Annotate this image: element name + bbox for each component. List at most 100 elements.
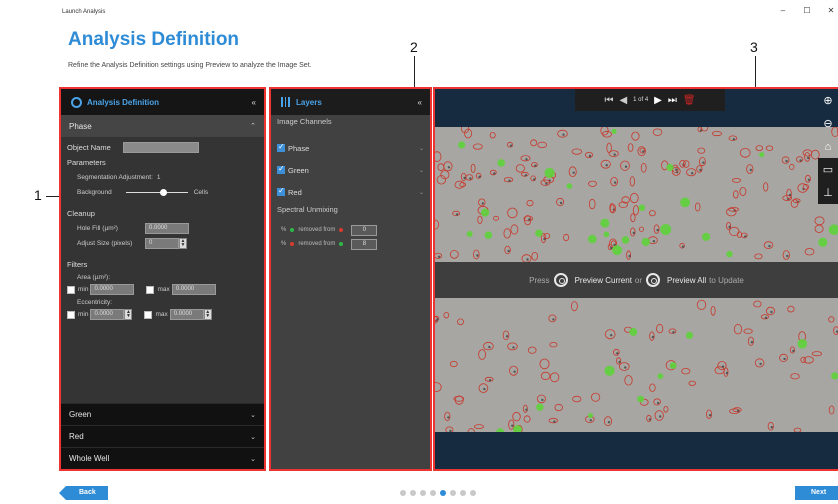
callout-2: 2 [410,39,418,55]
hole-fill-input[interactable]: 0.0000 [145,223,189,234]
red-dot-icon [339,228,344,232]
unmix-value-input[interactable]: 0 [351,224,378,236]
press-text: Press [529,275,550,285]
eccentricity-label: Eccentricity: [77,298,113,306]
area-min-label: min [78,286,89,293]
object-name-label: Object Name [67,143,111,152]
area-max-checkbox[interactable] [146,285,155,294]
preview-prompt-band: Press Preview Current or Preview All to … [435,262,838,298]
layers-body: Image Channels Phase ⌄ Green ⌄ Red ⌄ Spe… [271,115,430,253]
callout-2-line [414,56,415,87]
step-dot [440,490,446,496]
ecc-max-stepper[interactable]: ▲ ▼ [203,309,212,320]
channel-green[interactable]: Green ⌄ [277,159,424,181]
segmentation-label: Segmentation Adjustment: [77,174,153,181]
home-icon[interactable]: ⌂ [818,135,838,158]
analysis-definition-panel: Analysis Definition « Phase ⌃ Object Nam… [59,87,266,471]
slider-track [125,192,188,193]
segmentation-value: 1 [156,174,161,181]
segmentation-slider[interactable] [125,188,188,197]
zoom-out-icon[interactable]: ⊖ [818,112,838,135]
area-max-input[interactable]: 0.0000 [171,284,216,295]
preview-current-icon[interactable] [553,273,568,287]
ruler-icon[interactable]: ▭ [818,158,838,181]
cell-image-preview[interactable]: Press Preview Current or Preview All to … [435,127,838,432]
collapsed-sections: Green ⌄ Red ⌄ Whole Well ⌄ [61,403,264,469]
unmix-row: % removed from 0 [277,223,424,237]
page-subtitle: Refine the Analysis Definition settings … [68,62,312,69]
adjust-size-stepper[interactable]: ▲ ▼ [179,238,187,249]
preview-current-link[interactable]: Preview Current [575,276,632,285]
chevron-down-icon[interactable]: ⌄ [419,167,424,174]
layers-header: Layers « [271,89,430,115]
minimize-button[interactable]: – [776,6,790,15]
area-max-label: max [157,286,170,293]
maximize-button[interactable]: ☐ [800,6,814,15]
channel-phase-label: Phase [288,143,310,153]
step-dot [430,490,436,496]
collapse-left-icon[interactable]: « [252,98,256,107]
area-min-checkbox[interactable] [67,285,75,294]
to-update-text: to Update [709,275,744,285]
previous-image-icon[interactable]: ◀ [619,95,627,106]
step-indicator [400,490,476,496]
chevron-up-icon: ⌃ [250,123,256,130]
green-section-header[interactable]: Green ⌄ [61,403,264,425]
phase-settings: Object Name Parameters Segmentation Adju… [61,137,264,325]
close-button[interactable]: ✕ [824,6,838,15]
ecc-min-label: min [78,311,89,318]
unmix-value-input[interactable]: 8 [351,238,378,250]
next-image-icon[interactable]: ▶ [654,95,662,106]
layers-title: Layers [296,97,322,107]
callout-3: 3 [750,39,758,55]
cleanup-label: Cleanup [67,209,95,218]
ecc-min-stepper[interactable]: ▲ ▼ [124,309,133,320]
page-title: Analysis Definition [68,29,240,50]
red-section-header[interactable]: Red ⌄ [61,425,264,447]
phase-checkbox[interactable] [277,142,285,152]
ecc-max-input[interactable]: 0.0000 [169,309,204,320]
background-label: Background [77,189,112,196]
spectral-unmixing-label: Spectral Unmixing [277,205,338,214]
unmix-row: % removed from 8 [277,237,424,251]
green-dot-icon [339,242,344,246]
image-navigation-bar: ⏮ ◀ 1 of 4 ▶ ⏭ 🗑 [575,89,725,111]
green-checkbox[interactable] [277,164,285,174]
ecc-min-input[interactable]: 0.0000 [90,309,125,320]
scale-bar-icon[interactable]: ⊥ [818,181,838,204]
cells-label: Cells [193,189,209,196]
red-checkbox[interactable] [277,186,285,196]
channel-red-label: Red [288,187,302,197]
red-section-label: Red [69,432,84,441]
window-controls: – ☐ ✕ [776,6,838,15]
chevron-down-icon[interactable]: ⌄ [419,145,424,152]
preview-panel: ⏮ ◀ 1 of 4 ▶ ⏭ 🗑 Press Preview Current o… [433,87,838,471]
preview-all-link[interactable]: Preview All [667,276,706,285]
zoom-in-icon[interactable]: ⊕ [818,89,838,112]
unmix-pct-label: % [281,227,287,233]
whole-well-section-header[interactable]: Whole Well ⌄ [61,447,264,469]
next-button[interactable]: Next [795,486,838,500]
area-min-input[interactable]: 0.0000 [90,284,135,295]
step-dot [410,490,416,496]
area-label: Area (µm²): [77,273,110,281]
trash-icon[interactable]: 🗑 [683,95,696,106]
slider-thumb[interactable] [159,189,167,196]
chevron-down-icon[interactable]: ⌄ [419,189,424,196]
first-image-icon[interactable]: ⏮ [604,95,613,106]
adjust-size-input[interactable]: 0 [145,238,179,249]
last-image-icon[interactable]: ⏭ [668,95,677,106]
channel-red[interactable]: Red ⌄ [277,181,424,203]
filters-label: Filters [67,260,88,269]
callout-1-line [46,196,59,197]
preview-all-icon[interactable] [646,273,661,287]
back-button[interactable]: Back [59,486,108,500]
collapse-left-icon[interactable]: « [418,98,422,107]
ecc-min-checkbox[interactable] [67,310,75,319]
channel-phase[interactable]: Phase ⌄ [277,137,424,159]
phase-section-header[interactable]: Phase ⌃ [61,115,264,137]
channel-green-label: Green [288,165,309,175]
ecc-max-checkbox[interactable] [144,310,153,319]
step-dot [450,490,456,496]
object-name-input[interactable] [123,142,199,153]
